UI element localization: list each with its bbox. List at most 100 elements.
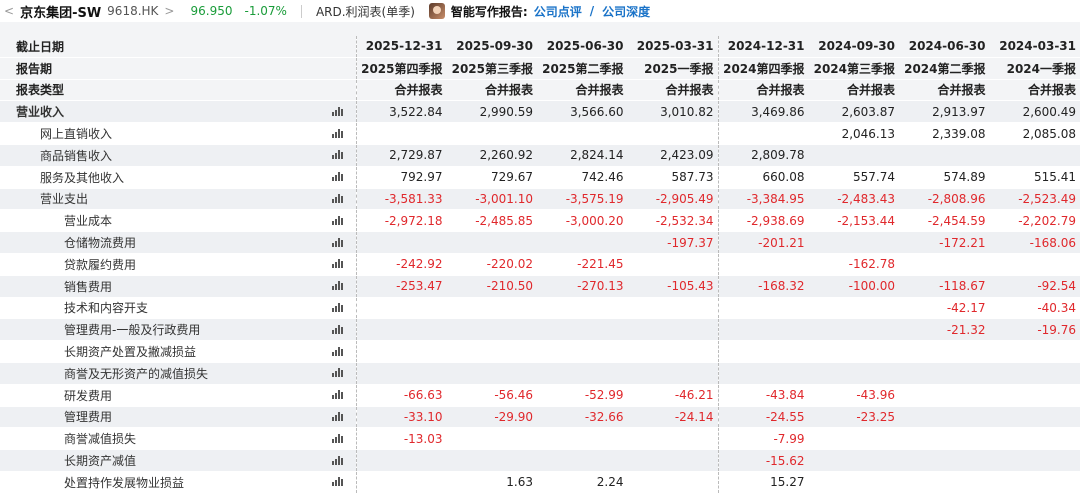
bar-chart-icon[interactable] xyxy=(332,129,343,138)
table-row[interactable]: 营业支出-3,581.33-3,001.10-3,575.19-2,905.49… xyxy=(0,188,1080,210)
header-icon-cell xyxy=(320,79,356,101)
value-cell: -242.92 xyxy=(356,253,447,275)
value-cell xyxy=(628,297,719,319)
row-chart-cell[interactable] xyxy=(320,362,356,384)
value-cell: -3,575.19 xyxy=(537,188,628,210)
bar-chart-icon[interactable] xyxy=(332,477,343,486)
value-cell: -24.55 xyxy=(718,406,809,428)
value-cell: -100.00 xyxy=(809,275,900,297)
row-chart-cell[interactable] xyxy=(320,384,356,406)
table-row[interactable]: 服务及其他收入792.97729.67742.46587.73660.08557… xyxy=(0,166,1080,188)
row-label: 网上直销收入 xyxy=(0,123,320,145)
bar-chart-icon[interactable] xyxy=(332,456,343,465)
value-cell: -66.63 xyxy=(356,384,447,406)
row-chart-cell[interactable] xyxy=(320,210,356,232)
table-row[interactable]: 营业成本-2,972.18-2,485.85-3,000.20-2,532.34… xyxy=(0,210,1080,232)
header-icon-cell xyxy=(320,57,356,79)
row-chart-cell[interactable] xyxy=(320,275,356,297)
table-row[interactable]: 管理费用-一般及行政费用-21.32-19.76 xyxy=(0,319,1080,341)
value-cell xyxy=(537,232,628,254)
value-cell xyxy=(809,428,900,450)
value-cell xyxy=(899,384,990,406)
value-cell: -15.62 xyxy=(718,450,809,472)
bar-chart-icon[interactable] xyxy=(332,325,343,334)
value-cell: 2.24 xyxy=(537,471,628,493)
row-chart-cell[interactable] xyxy=(320,319,356,341)
bar-chart-icon[interactable] xyxy=(332,390,343,399)
bar-chart-icon[interactable] xyxy=(332,259,343,268)
row-chart-cell[interactable] xyxy=(320,297,356,319)
bar-chart-icon[interactable] xyxy=(332,434,343,443)
value-cell xyxy=(809,341,900,363)
table-row[interactable]: 处置持作发展物业损益1.632.2415.27 xyxy=(0,471,1080,493)
row-label: 商誉减值损失 xyxy=(0,428,320,450)
value-cell xyxy=(809,319,900,341)
value-cell xyxy=(990,428,1080,450)
row-chart-cell[interactable] xyxy=(320,253,356,275)
row-chart-cell[interactable] xyxy=(320,188,356,210)
header-cell: 2024一季报 xyxy=(990,57,1080,79)
header-row: 截止日期2025-12-312025-09-302025-06-302025-0… xyxy=(0,36,1080,57)
row-chart-cell[interactable] xyxy=(320,166,356,188)
value-cell: -29.90 xyxy=(447,406,538,428)
value-cell xyxy=(809,232,900,254)
value-cell: -253.47 xyxy=(356,275,447,297)
company-review-link[interactable]: 公司点评 xyxy=(534,3,582,20)
table-row[interactable]: 仓储物流费用-197.37-201.21-172.21-168.06 xyxy=(0,232,1080,254)
table-row[interactable]: 贷款履约费用-242.92-220.02-221.45-162.78 xyxy=(0,253,1080,275)
table-row[interactable]: 商品销售收入2,729.872,260.922,824.142,423.092,… xyxy=(0,144,1080,166)
table-row[interactable]: 网上直销收入2,046.132,339.082,085.08 xyxy=(0,123,1080,145)
table-row[interactable]: 研发费用-66.63-56.46-52.99-46.21-43.84-43.96 xyxy=(0,384,1080,406)
row-chart-cell[interactable] xyxy=(320,406,356,428)
table-row[interactable]: 长期资产处置及撇减损益 xyxy=(0,341,1080,363)
bar-chart-icon[interactable] xyxy=(332,216,343,225)
bar-chart-icon[interactable] xyxy=(332,172,343,181)
row-label: 贷款履约费用 xyxy=(0,253,320,275)
value-cell xyxy=(356,471,447,493)
value-cell xyxy=(628,471,719,493)
value-cell: -210.50 xyxy=(447,275,538,297)
value-cell: -2,972.18 xyxy=(356,210,447,232)
row-chart-cell[interactable] xyxy=(320,450,356,472)
row-chart-cell[interactable] xyxy=(320,144,356,166)
bar-chart-icon[interactable] xyxy=(332,238,343,247)
bar-chart-icon[interactable] xyxy=(332,303,343,312)
value-cell xyxy=(537,341,628,363)
header-cell: 2025-09-30 xyxy=(447,36,538,57)
row-chart-cell[interactable] xyxy=(320,232,356,254)
row-chart-cell[interactable] xyxy=(320,428,356,450)
row-chart-cell[interactable] xyxy=(320,101,356,123)
row-chart-cell[interactable] xyxy=(320,123,356,145)
bar-chart-icon[interactable] xyxy=(332,107,343,116)
value-cell xyxy=(537,297,628,319)
table-row[interactable]: 商誉减值损失-13.03-7.99 xyxy=(0,428,1080,450)
value-cell xyxy=(718,362,809,384)
back-chevron-icon[interactable]: < xyxy=(4,4,14,18)
bar-chart-icon[interactable] xyxy=(332,412,343,421)
table-row[interactable]: 管理费用-33.10-29.90-32.66-24.14-24.55-23.25 xyxy=(0,406,1080,428)
row-chart-cell[interactable] xyxy=(320,341,356,363)
table-row[interactable]: 销售费用-253.47-210.50-270.13-105.43-168.32-… xyxy=(0,275,1080,297)
company-depth-link[interactable]: 公司深度 xyxy=(602,3,650,20)
forward-chevron-icon[interactable]: > xyxy=(164,4,174,18)
bar-chart-icon[interactable] xyxy=(332,194,343,203)
header-cell: 2025-03-31 xyxy=(628,36,719,57)
value-cell: -21.32 xyxy=(899,319,990,341)
value-cell xyxy=(809,297,900,319)
value-cell xyxy=(899,471,990,493)
bar-chart-icon[interactable] xyxy=(332,281,343,290)
table-row[interactable]: 技术和内容开支-42.17-40.34 xyxy=(0,297,1080,319)
row-chart-cell[interactable] xyxy=(320,471,356,493)
bar-chart-icon[interactable] xyxy=(332,347,343,356)
value-cell: 15.27 xyxy=(718,471,809,493)
value-cell xyxy=(537,428,628,450)
header-cell: 合并报表 xyxy=(628,79,719,101)
table-row[interactable]: 商誉及无形资产的减值损失 xyxy=(0,362,1080,384)
bar-chart-icon[interactable] xyxy=(332,150,343,159)
table-row[interactable]: 长期资产减值-15.62 xyxy=(0,450,1080,472)
table-row[interactable]: 营业收入3,522.842,990.593,566.603,010.823,46… xyxy=(0,101,1080,123)
value-cell xyxy=(447,232,538,254)
value-cell xyxy=(718,341,809,363)
bar-chart-icon[interactable] xyxy=(332,368,343,377)
stock-name: 京东集团-SW xyxy=(20,2,101,21)
